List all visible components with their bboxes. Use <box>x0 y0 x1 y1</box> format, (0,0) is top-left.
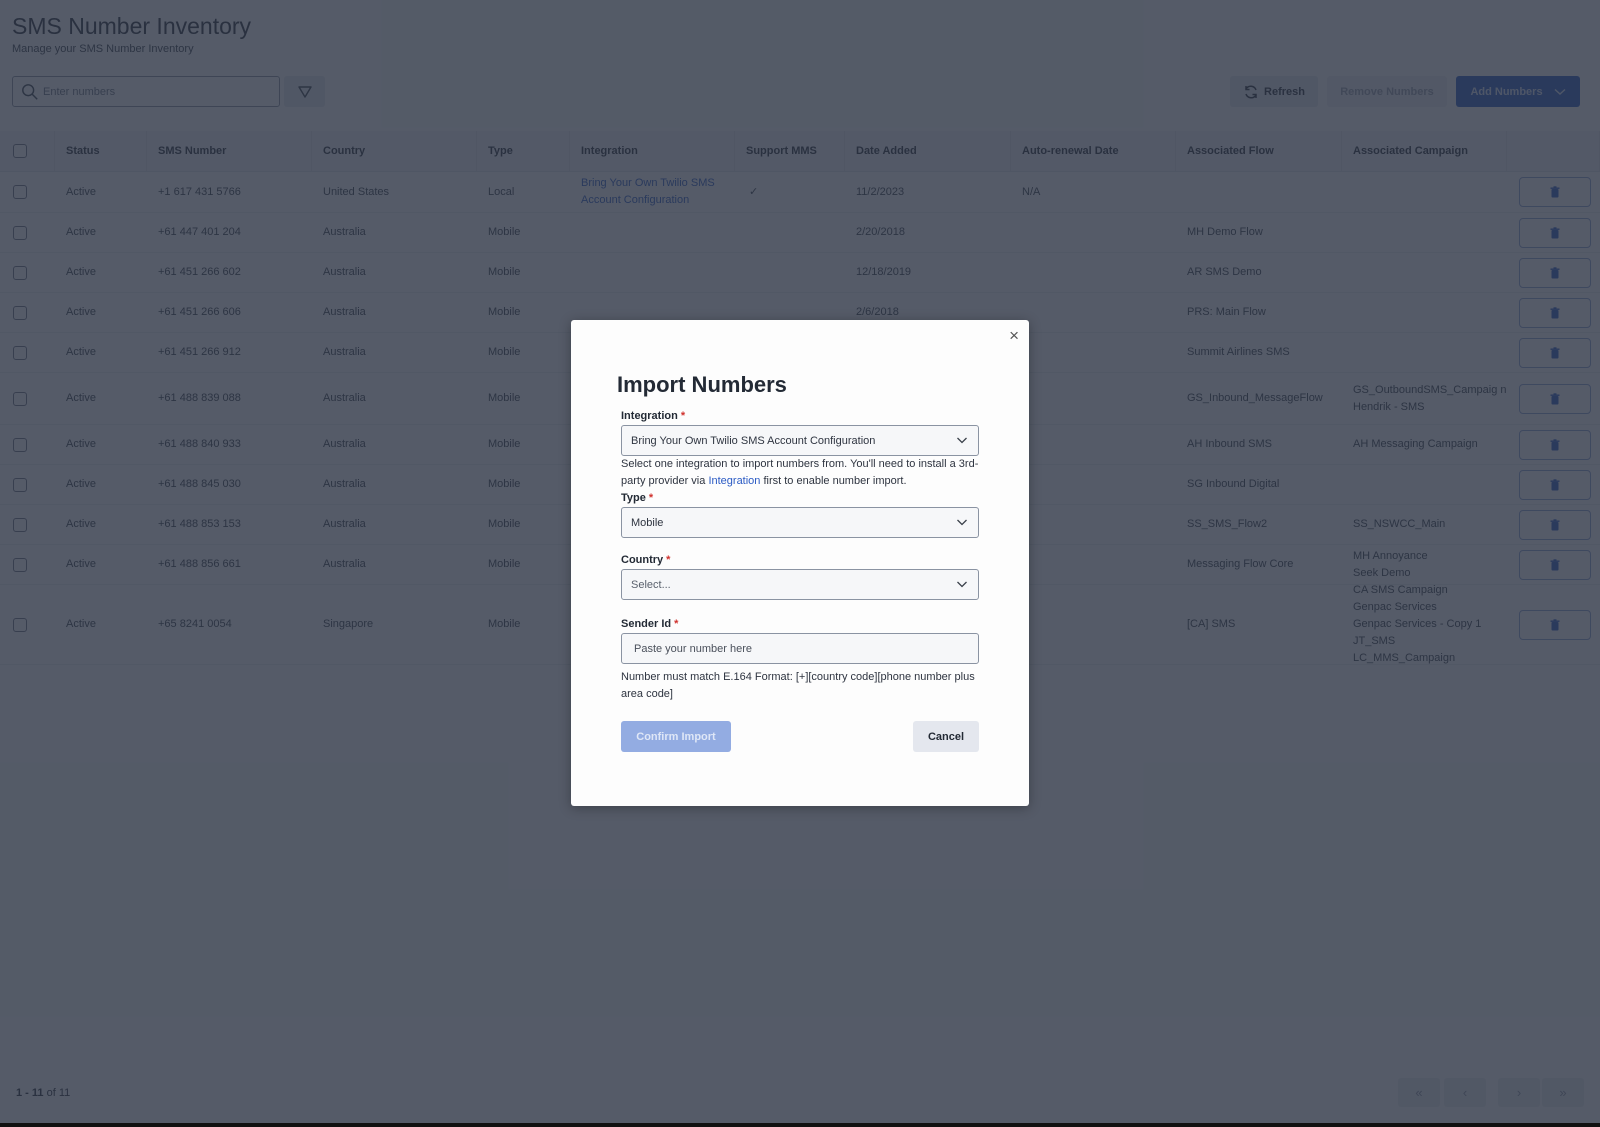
sender-id-label-text: Sender Id <box>621 618 672 630</box>
integration-help-text: Select one integration to import numbers… <box>621 456 983 490</box>
sender-id-input[interactable] <box>621 633 979 664</box>
confirm-import-button[interactable]: Confirm Import <box>621 721 731 752</box>
integration-select[interactable]: Bring Your Own Twilio SMS Account Config… <box>621 425 979 456</box>
import-numbers-dialog: × Import Numbers Integration * Bring Your… <box>571 320 1029 806</box>
country-placeholder: Select... <box>631 578 671 591</box>
country-select[interactable]: Select... <box>621 569 979 600</box>
type-label-text: Type <box>621 492 646 504</box>
country-label: Country * <box>621 554 670 566</box>
sender-id-label: Sender Id * <box>621 618 678 630</box>
integration-link[interactable]: Integration <box>708 475 760 487</box>
integration-help-post: first to enable number import. <box>760 475 907 487</box>
chevron-down-icon <box>957 437 967 444</box>
sender-id-help-text: Number must match E.164 Format: [+][coun… <box>621 671 975 700</box>
dialog-title: Import Numbers <box>617 372 787 397</box>
required-marker: * <box>648 492 654 504</box>
cancel-button[interactable]: Cancel <box>913 721 979 752</box>
chevron-down-icon <box>957 581 967 588</box>
close-icon[interactable]: × <box>1009 326 1019 346</box>
screen-bottom-edge <box>0 1123 1600 1127</box>
type-label: Type * <box>621 492 653 504</box>
required-marker: * <box>674 618 679 630</box>
required-marker: * <box>680 410 686 422</box>
chevron-down-icon <box>957 519 967 526</box>
integration-label: Integration * <box>621 410 685 422</box>
integration-selected-value: Bring Your Own Twilio SMS Account Config… <box>631 434 876 447</box>
type-selected-value: Mobile <box>631 516 664 529</box>
type-select[interactable]: Mobile <box>621 507 979 538</box>
required-marker: * <box>666 554 671 566</box>
country-label-text: Country <box>621 554 664 566</box>
integration-label-text: Integration <box>621 410 678 422</box>
